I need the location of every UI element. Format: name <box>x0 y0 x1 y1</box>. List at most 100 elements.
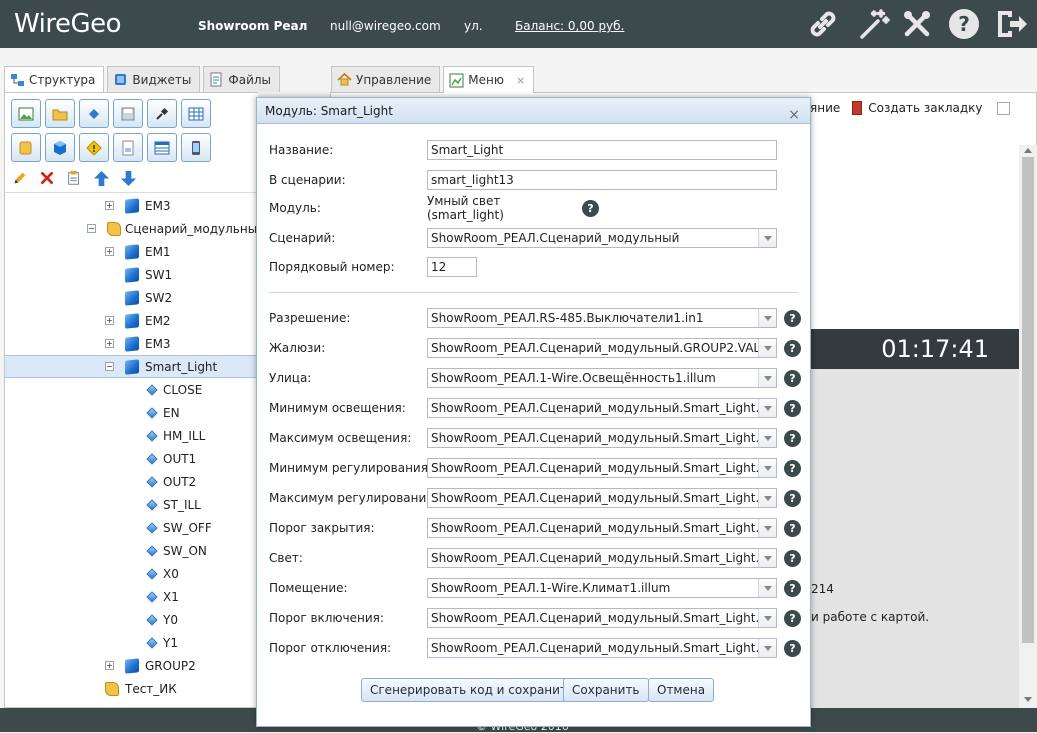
help-icon[interactable]: ? <box>784 579 801 597</box>
save-button[interactable]: Сохранить <box>563 678 649 702</box>
chevron-down-icon[interactable] <box>758 459 776 477</box>
generate-and-save-button[interactable]: Сгенерировать код и сохранить <box>361 678 584 702</box>
parameter-select[interactable]: ShowRoom_РЕАЛ.Сценарий_модульный.Smart_L… <box>427 548 777 568</box>
expand-icon[interactable]: + <box>105 247 114 256</box>
link-icon[interactable] <box>805 6 841 42</box>
chevron-down-icon[interactable] <box>758 579 776 597</box>
logout-icon[interactable] <box>993 6 1029 42</box>
connect-button[interactable] <box>147 99 177 128</box>
tree-node[interactable]: Y1 <box>5 631 259 654</box>
chevron-down-icon[interactable] <box>758 309 776 327</box>
close-icon[interactable]: × <box>788 102 800 128</box>
collapse-icon[interactable]: − <box>105 362 114 371</box>
move-down-button[interactable] <box>119 169 137 187</box>
scenario-select[interactable]: ShowRoom_РЕАЛ.Сценарий_модульный <box>427 228 777 248</box>
create-bookmark-button[interactable]: Создать закладку <box>868 101 982 115</box>
expand-icon[interactable]: + <box>105 339 114 348</box>
tree-node[interactable]: SW1 <box>5 263 259 286</box>
parameter-select[interactable]: ShowRoom_РЕАЛ.Сценарий_модульный.Smart_L… <box>427 458 777 478</box>
help-icon[interactable]: ? <box>784 429 801 447</box>
save-button[interactable] <box>113 99 143 128</box>
close-tab-icon[interactable]: × <box>516 74 525 87</box>
name-input[interactable]: Smart_Light <box>427 140 777 160</box>
chevron-down-icon[interactable] <box>758 489 776 507</box>
chevron-down-icon[interactable] <box>758 369 776 387</box>
add-device-button[interactable] <box>79 99 109 128</box>
expand-icon[interactable]: + <box>105 201 114 210</box>
add-module-button[interactable] <box>45 133 75 162</box>
tree-node[interactable]: ST_ILL <box>5 493 259 516</box>
parameter-select[interactable]: ShowRoom_РЕАЛ.Сценарий_модульный.Smart_L… <box>427 638 777 658</box>
help-icon[interactable]: ? <box>784 519 801 537</box>
help-icon[interactable]: ? <box>784 309 801 327</box>
parameter-select[interactable]: ShowRoom_РЕАЛ.Сценарий_модульный.Smart_L… <box>427 518 777 538</box>
help-icon[interactable]: ? <box>784 549 801 567</box>
warning-button[interactable] <box>79 133 109 162</box>
tree-node[interactable]: OUT2 <box>5 470 259 493</box>
help-icon[interactable]: ? <box>946 6 982 42</box>
scenario-name-input[interactable]: smart_light13 <box>427 170 777 190</box>
open-folder-button[interactable] <box>45 99 75 128</box>
table-button[interactable] <box>181 99 211 128</box>
expand-icon[interactable]: + <box>105 316 114 325</box>
help-icon[interactable]: ? <box>582 199 599 217</box>
parameter-select[interactable]: ShowRoom_РЕАЛ.Сценарий_модульный.Smart_L… <box>427 428 777 448</box>
tree-node[interactable]: − Сценарий_модульный <box>5 217 265 240</box>
chevron-down-icon[interactable] <box>758 639 776 657</box>
tab-files[interactable]: Файлы <box>203 66 281 92</box>
parameter-select[interactable]: ShowRoom_РЕАЛ.RS-485.Выключатели1.in1 <box>427 308 777 328</box>
parameter-select[interactable]: ShowRoom_РЕАЛ.1-Wire.Освещённость1.illum <box>427 368 777 388</box>
help-icon[interactable]: ? <box>784 459 801 477</box>
tree-node[interactable]: X1 <box>5 585 259 608</box>
tree-node[interactable]: − Smart_Light <box>5 355 259 378</box>
tab-menu[interactable]: Меню × <box>443 66 535 93</box>
tree-node[interactable]: + EM3 <box>5 194 259 217</box>
tree-node[interactable]: X0 <box>5 562 259 585</box>
help-icon[interactable]: ? <box>784 369 801 387</box>
properties-button[interactable] <box>65 169 83 187</box>
help-icon[interactable]: ? <box>784 609 801 627</box>
tree-node[interactable]: Y0 <box>5 608 259 631</box>
tools-icon[interactable] <box>899 6 935 42</box>
tab-widgets[interactable]: Виджеты <box>107 66 201 92</box>
tab-control[interactable]: Управление <box>331 66 441 92</box>
wiregeo-logo[interactable]: WireGeo <box>14 5 122 43</box>
main-scrollbar[interactable] <box>1019 145 1037 708</box>
tree-node[interactable]: + EM3 <box>5 332 259 355</box>
chevron-down-icon[interactable] <box>758 549 776 567</box>
tree-node[interactable]: CLOSE <box>5 378 259 401</box>
list-button[interactable] <box>147 133 177 162</box>
tree-node[interactable]: + GROUP2 <box>5 654 259 677</box>
tree-node[interactable]: SW_OFF <box>5 516 259 539</box>
parameter-select[interactable]: ShowRoom_РЕАЛ.Сценарий_модульный.Smart_L… <box>427 488 777 508</box>
chevron-down-icon[interactable] <box>758 519 776 537</box>
tree-node[interactable]: SW2 <box>5 286 259 309</box>
mobile-button[interactable] <box>181 133 211 162</box>
tree-node[interactable]: + EM2 <box>5 309 259 332</box>
document-button[interactable] <box>113 133 143 162</box>
chevron-down-icon[interactable] <box>758 609 776 627</box>
parameter-select[interactable]: ShowRoom_РЕАЛ.1-Wire.Климат1.illum <box>427 578 777 598</box>
tree-node[interactable]: HM_ILL <box>5 424 259 447</box>
scroll-up-arrow[interactable] <box>1024 148 1032 153</box>
tree-node[interactable]: OUT1 <box>5 447 259 470</box>
help-icon[interactable]: ? <box>784 639 801 657</box>
magic-wand-icon[interactable] <box>856 6 892 42</box>
help-icon[interactable]: ? <box>784 339 801 357</box>
balance-link[interactable]: Баланс: 0,00 руб. <box>515 19 624 33</box>
cancel-button[interactable]: Отмена <box>648 678 715 702</box>
move-up-button[interactable] <box>92 169 110 187</box>
edit-button[interactable] <box>11 169 29 187</box>
tab-structure[interactable]: Структура <box>4 66 105 93</box>
chevron-down-icon[interactable] <box>758 229 776 247</box>
help-icon[interactable]: ? <box>784 489 801 507</box>
chevron-down-icon[interactable] <box>758 339 776 357</box>
delete-button[interactable] <box>38 169 56 187</box>
add-image-button[interactable] <box>11 99 41 128</box>
scroll-thumb[interactable] <box>1022 157 1034 643</box>
order-input[interactable]: 12 <box>427 257 477 277</box>
tree-node[interactable]: Тест_ИК <box>5 677 259 700</box>
parameter-select[interactable]: ShowRoom_РЕАЛ.Сценарий_модульный.Smart_L… <box>427 398 777 418</box>
expand-icon[interactable]: + <box>105 661 114 670</box>
dialog-title-bar[interactable]: Модуль: Smart_Light × <box>257 98 810 124</box>
